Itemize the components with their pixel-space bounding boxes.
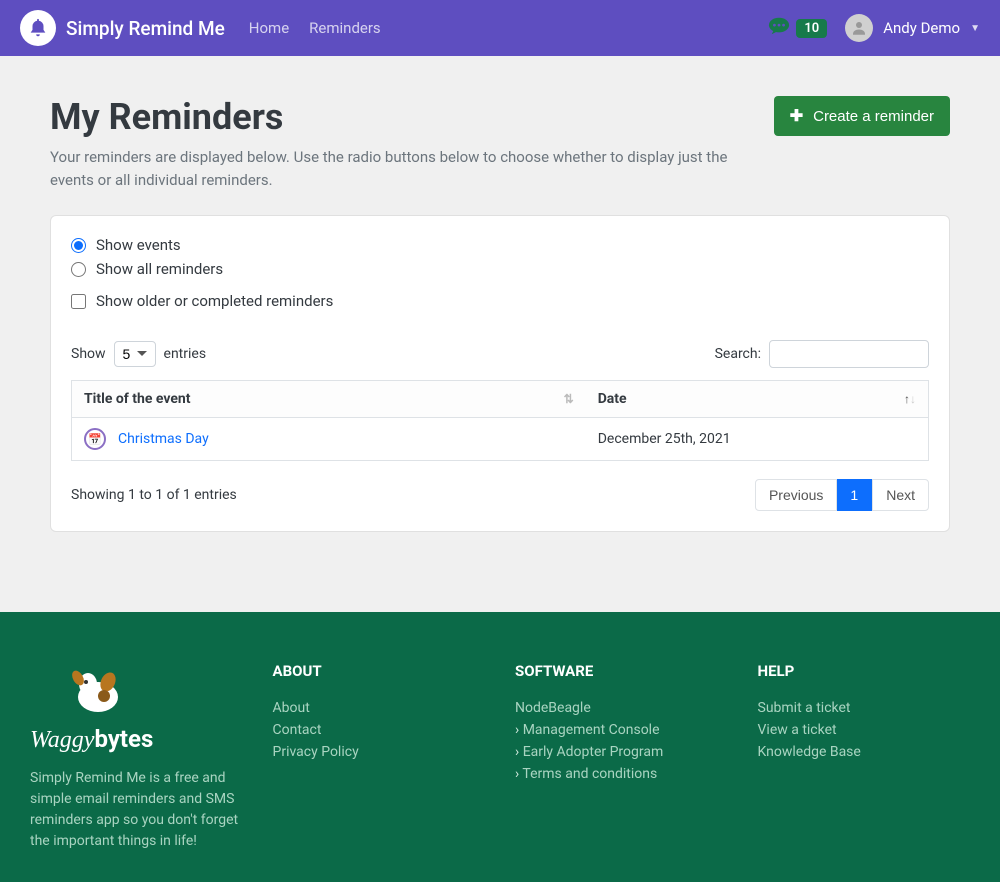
next-button[interactable]: Next [872,479,929,511]
page-size-select[interactable]: 5 [114,341,156,367]
footer: Waggybytes Simply Remind Me is a free an… [0,612,1000,882]
page-1-button[interactable]: 1 [837,479,872,511]
sort-asc-icon: ↑↓ [904,392,916,406]
col-date[interactable]: Date ↑↓ [586,381,929,418]
notifications[interactable]: 10 [768,16,827,41]
footer-link-nodebeagle[interactable]: NodeBeagle [515,700,591,716]
table-row: 📅 Christmas Day December 25th, 2021 [72,418,929,461]
footer-link-contact[interactable]: Contact [273,722,322,738]
col-title[interactable]: Title of the event ⇅ [72,381,586,418]
event-date: December 25th, 2021 [586,418,929,461]
show-label: Show [71,346,106,362]
plus-icon: ✚ [790,106,803,126]
page-description: Your reminders are displayed below. Use … [50,146,750,191]
brand-text: Simply Remind Me [66,17,225,40]
footer-link-submit-ticket[interactable]: Submit a ticket [758,700,851,716]
page-title: My Reminders [50,96,283,138]
footer-link-view-ticket[interactable]: View a ticket [758,722,837,738]
search-input[interactable] [769,340,929,368]
reminders-card: Show events Show all reminders Show olde… [50,215,950,532]
chat-icon [768,16,790,41]
navbar: Simply Remind Me Home Reminders 10 Andy … [0,0,1000,56]
table-info: Showing 1 to 1 of 1 entries [71,487,237,503]
radio-show-all[interactable]: Show all reminders [71,260,929,278]
user-name: Andy Demo [883,19,960,37]
notification-count: 10 [796,19,827,38]
footer-description: Simply Remind Me is a free and simple em… [30,768,243,852]
sort-icon: ⇅ [564,392,574,406]
brand-link[interactable]: Simply Remind Me [20,10,225,46]
entries-label: entries [164,346,207,362]
footer-link-about[interactable]: About [273,700,310,716]
footer-about-heading: ABOUT [273,662,486,680]
pagination: Previous 1 Next [755,479,929,511]
footer-link-privacy[interactable]: Privacy Policy [273,744,359,760]
footer-link-console[interactable]: Management Console [523,722,660,738]
footer-link-early-adopter[interactable]: Early Adopter Program [523,744,664,760]
user-menu[interactable]: Andy Demo ▼ [845,14,980,42]
footer-help-heading: HELP [758,662,971,680]
waggybytes-logo [60,662,135,717]
calendar-icon: 📅 [84,428,106,450]
nav-reminders[interactable]: Reminders [309,19,381,37]
nav-home[interactable]: Home [249,19,289,37]
footer-link-kb[interactable]: Knowledge Base [758,744,861,760]
avatar-icon [845,14,873,42]
footer-software-heading: SOFTWARE [515,662,728,680]
reminders-table: Title of the event ⇅ Date ↑↓ 📅 Christmas… [71,380,929,461]
radio-show-events[interactable]: Show events [71,236,929,254]
chevron-down-icon: ▼ [970,23,980,34]
event-link[interactable]: Christmas Day [118,431,209,447]
create-reminder-button[interactable]: ✚ Create a reminder [774,96,950,136]
search-label: Search: [715,346,761,362]
checkbox-show-older[interactable]: Show older or completed reminders [71,292,929,310]
bell-icon [20,10,56,46]
prev-button[interactable]: Previous [755,479,837,511]
footer-link-terms[interactable]: Terms and conditions [522,766,657,782]
